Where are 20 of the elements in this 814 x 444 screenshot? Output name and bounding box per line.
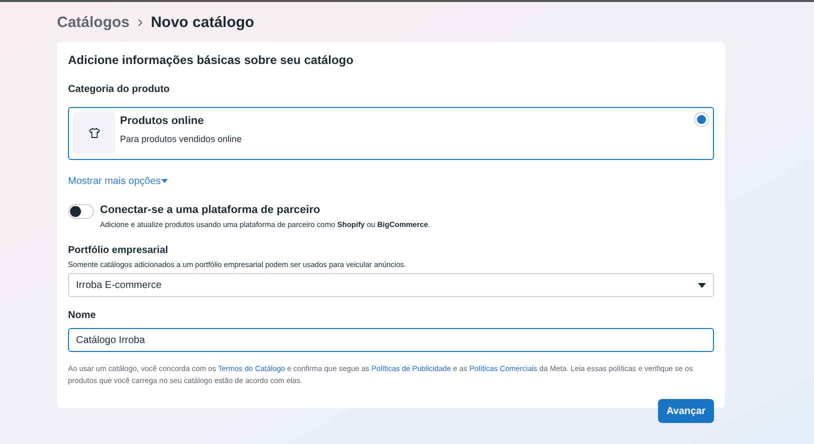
field-label: Categoria do produto [68,83,171,97]
dropdown-caret-icon [698,282,706,288]
next-button[interactable]: Avançar [658,399,714,423]
page-title: Novo catálogo [150,12,254,33]
form-heading: Adicione informações básicas sobre seu catálogo [68,52,354,69]
field-label: Nome [68,309,97,323]
option-title: Produtos online [120,114,205,129]
option-description: Para produtos vendidos online [120,132,242,146]
category-option[interactable]: Produtos online Para produtos vendidos online [68,107,714,160]
chevron-icon: › [138,11,143,35]
breadcrumb-link[interactable]: Catálogos [57,12,130,34]
portfolio-dropdown[interactable]: Irroba E-commerce [68,273,714,297]
field-label: Portfólio empresarial [68,244,170,258]
option-title: Conectar-se a uma plataforma de parceiro [100,203,322,218]
toggle-switch[interactable] [68,204,94,219]
show-more-link[interactable]: Mostrar mais opções [68,174,161,189]
radio-button[interactable] [694,112,709,127]
shirt-icon [88,128,100,138]
name-input[interactable]: Catálogo Irroba [68,328,714,352]
caret-icon [160,179,168,184]
